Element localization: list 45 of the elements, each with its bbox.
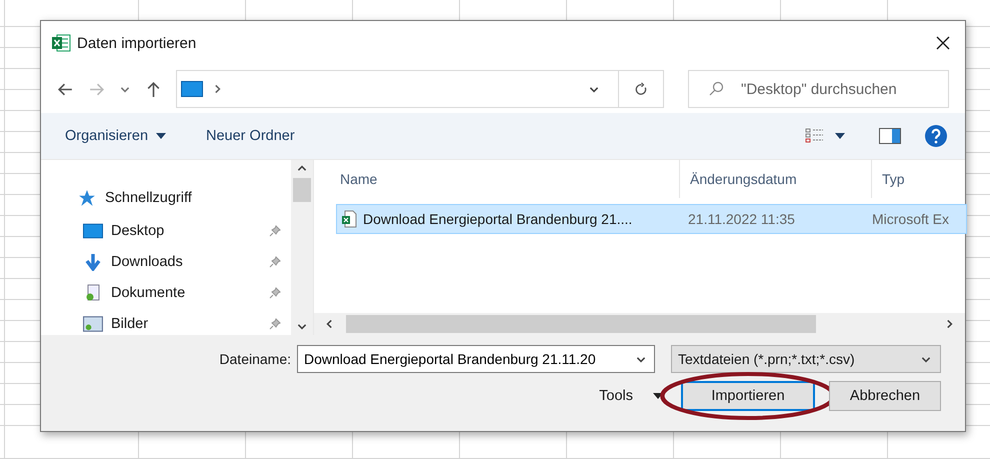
desktop-icon (83, 222, 103, 240)
window-title: Daten importieren (77, 34, 196, 52)
toolbar-button[interactable]: Organisieren (65, 128, 166, 144)
vertical-scrollbar[interactable] (291, 160, 313, 335)
help-icon[interactable] (925, 125, 947, 147)
star-icon (77, 188, 97, 206)
pin-icon[interactable] (269, 318, 281, 330)
caret-icon[interactable] (835, 133, 845, 139)
pin-icon[interactable] (269, 286, 281, 298)
dialog-button[interactable]: Abbrechen (829, 381, 941, 411)
dialog-button[interactable]: Importieren (681, 381, 815, 411)
sidebar-item[interactable]: Dokumente (77, 281, 291, 304)
column-header[interactable]: Typ (872, 160, 965, 198)
column-header[interactable]: Änderungsdatum (680, 160, 872, 198)
column-header[interactable]: Name (314, 160, 680, 198)
tools-menu[interactable]: Tools (599, 388, 663, 404)
close-icon[interactable] (935, 35, 951, 51)
search-field[interactable]: "Desktop" durchsuchen (688, 70, 949, 108)
sidebar-item[interactable]: Schnellzugriff (77, 186, 291, 209)
spreadsheet-file-icon (341, 210, 357, 228)
horizontal-scrollbar[interactable] (314, 313, 965, 335)
filename-label: Dateiname: (219, 351, 291, 367)
refresh-icon[interactable] (634, 82, 648, 96)
scrollbar-thumb[interactable] (293, 178, 311, 202)
file-row[interactable]: Download Energieportal Brandenburg 21.... 21.11.2022 11:35 Microsoft Ex (336, 204, 967, 234)
filename-field[interactable]: Download Energieportal Brandenburg 21.11.20 (297, 345, 655, 373)
spreadsheet-app-icon (51, 34, 71, 52)
scrollbar-thumb[interactable] (346, 315, 816, 333)
search-icon (708, 81, 724, 97)
view-options-icon[interactable] (805, 128, 825, 144)
sidebar-item[interactable]: Bilder (77, 312, 291, 335)
pin-icon[interactable] (269, 224, 281, 236)
pin-icon[interactable] (269, 256, 281, 268)
desktop-icon (181, 81, 203, 97)
file-type-dropdown[interactable]: Textdateien (*.prn;*.txt;*.csv) (671, 345, 941, 373)
toolbar-button[interactable]: Neuer Ordner (206, 128, 295, 144)
sidebar-item[interactable]: Desktop (77, 219, 291, 242)
sidebar-item[interactable]: Downloads (77, 250, 291, 273)
download-arrow-icon (83, 252, 103, 270)
caret-icon[interactable] (653, 393, 663, 399)
up-arrow-icon[interactable] (145, 80, 162, 98)
preview-pane-icon[interactable] (879, 128, 901, 144)
back-arrow-icon[interactable] (57, 80, 74, 98)
picture-icon (83, 314, 103, 332)
caret-icon[interactable] (156, 133, 166, 139)
